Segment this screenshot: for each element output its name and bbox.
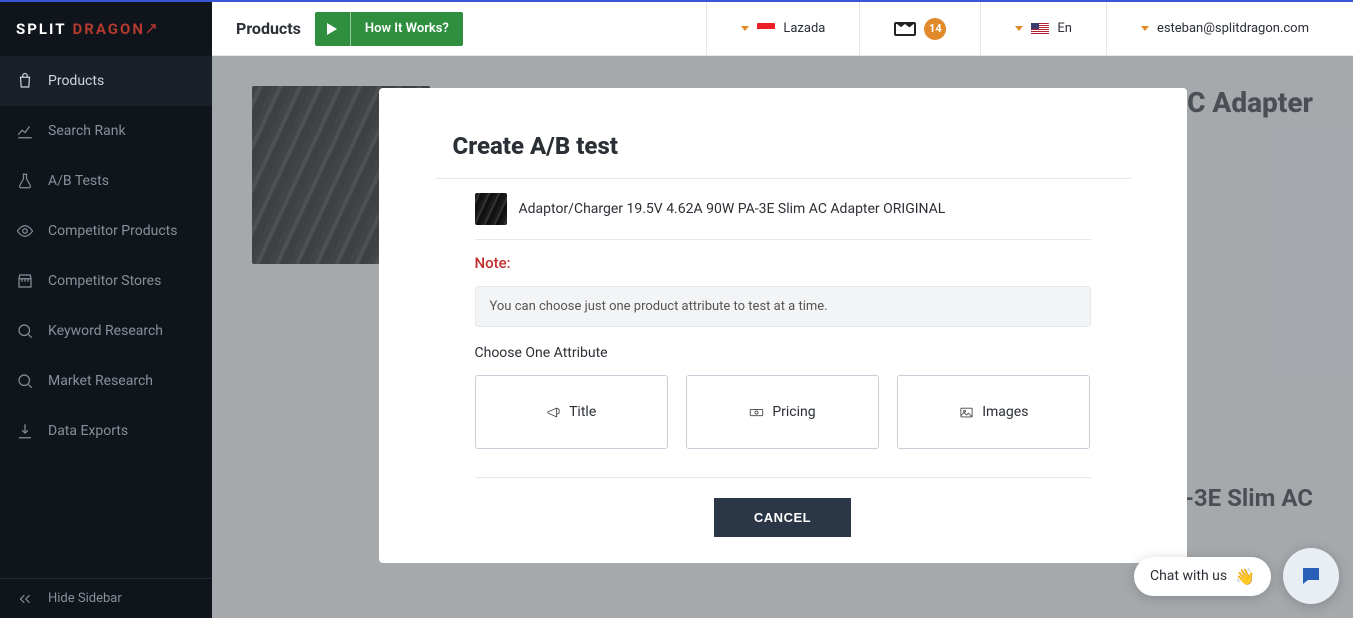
hide-sidebar-button[interactable]: Hide Sidebar	[0, 578, 212, 618]
product-thumbnail	[475, 193, 507, 225]
attribute-label: Title	[569, 404, 596, 420]
content-area: im AC Adapter A-3E Slim AC Create A/B te…	[212, 56, 1353, 618]
store-icon	[16, 272, 34, 290]
flag-us-icon	[1031, 23, 1049, 35]
search-icon	[16, 322, 34, 340]
search-alt-icon	[16, 372, 34, 390]
sidebar-nav: Products Search Rank A/B Tests Competito…	[0, 56, 212, 578]
sidebar-item-label: Data Exports	[48, 423, 128, 439]
image-icon	[959, 405, 974, 420]
caret-down-icon	[1141, 26, 1149, 31]
hide-sidebar-label: Hide Sidebar	[48, 591, 122, 606]
platform-switcher[interactable]: Lazada	[721, 2, 845, 56]
sidebar-item-label: Products	[48, 73, 104, 89]
logo[interactable]: SPLIT DRAGON	[0, 2, 212, 56]
chat-pill[interactable]: Chat with us 👋	[1134, 557, 1271, 596]
brand-arrow-icon	[146, 24, 156, 34]
attribute-label: Images	[982, 404, 1028, 420]
user-menu[interactable]: esteban@splitdragon.com	[1121, 2, 1329, 56]
sidebar-item-label: Competitor Products	[48, 223, 177, 239]
modal-product-name: Adaptor/Charger 19.5V 4.62A 90W PA-3E Sl…	[519, 201, 946, 217]
sidebar-item-ab-tests[interactable]: A/B Tests	[0, 156, 212, 206]
chat-widget: Chat with us 👋	[1134, 548, 1339, 604]
mail-icon	[894, 22, 916, 36]
page-title: Products	[236, 19, 301, 38]
sidebar-item-data-exports[interactable]: Data Exports	[0, 406, 212, 456]
main-region: Products How It Works? Lazada 14 En	[212, 2, 1353, 618]
megaphone-icon	[546, 405, 561, 420]
chat-label: Chat with us	[1150, 568, 1227, 584]
notifications-button[interactable]: 14	[874, 2, 966, 56]
sidebar-item-label: A/B Tests	[48, 173, 109, 189]
language-switcher[interactable]: En	[995, 2, 1092, 56]
platform-label: Lazada	[783, 21, 825, 36]
attribute-pricing-card[interactable]: Pricing	[686, 375, 879, 449]
cancel-button[interactable]: CANCEL	[714, 498, 851, 537]
how-it-works-button[interactable]: How It Works?	[315, 12, 463, 46]
notification-badge: 14	[924, 18, 946, 40]
attribute-label: Pricing	[772, 404, 815, 420]
modal-overlay[interactable]: Create A/B test Adaptor/Charger 19.5V 4.…	[212, 56, 1353, 618]
brand-part2: DRAGON	[73, 20, 145, 38]
attribute-images-card[interactable]: Images	[897, 375, 1090, 449]
sidebar-item-label: Search Rank	[48, 123, 126, 139]
user-email: esteban@splitdragon.com	[1157, 21, 1309, 36]
sidebar-item-products[interactable]: Products	[0, 56, 212, 106]
chart-line-icon	[16, 122, 34, 140]
wave-emoji-icon: 👋	[1235, 567, 1255, 586]
flask-icon	[16, 172, 34, 190]
language-label: En	[1057, 21, 1072, 36]
sidebar-item-label: Competitor Stores	[48, 273, 161, 289]
play-icon	[315, 12, 351, 46]
topbar: Products How It Works? Lazada 14 En	[212, 2, 1353, 56]
sidebar-item-label: Keyword Research	[48, 323, 163, 339]
chat-button[interactable]	[1283, 548, 1339, 604]
attribute-options: Title Pricing Images	[475, 375, 1091, 449]
brand-part1: SPLIT	[16, 20, 67, 38]
chevrons-left-icon	[16, 590, 34, 608]
sidebar-item-keyword-research[interactable]: Keyword Research	[0, 306, 212, 356]
create-ab-test-modal: Create A/B test Adaptor/Charger 19.5V 4.…	[379, 88, 1187, 563]
caret-down-icon	[741, 26, 749, 31]
eye-icon	[16, 222, 34, 240]
modal-title: Create A/B test	[435, 116, 1131, 178]
attribute-title-card[interactable]: Title	[475, 375, 668, 449]
caret-down-icon	[1015, 26, 1023, 31]
sidebar: SPLIT DRAGON Products Search Rank A/B Te…	[0, 2, 212, 618]
money-icon	[749, 405, 764, 420]
modal-product-row: Adaptor/Charger 19.5V 4.62A 90W PA-3E Sl…	[379, 179, 1187, 239]
sidebar-item-label: Market Research	[48, 373, 153, 389]
note-box: You can choose just one product attribut…	[475, 286, 1091, 327]
sidebar-item-market-research[interactable]: Market Research	[0, 356, 212, 406]
choose-attribute-label: Choose One Attribute	[475, 345, 1091, 361]
sidebar-item-competitor-products[interactable]: Competitor Products	[0, 206, 212, 256]
chat-bubble-icon	[1298, 564, 1324, 588]
download-icon	[16, 422, 34, 440]
sidebar-item-search-rank[interactable]: Search Rank	[0, 106, 212, 156]
how-it-works-label: How It Works?	[351, 21, 463, 36]
sidebar-item-competitor-stores[interactable]: Competitor Stores	[0, 256, 212, 306]
note-label: Note:	[475, 254, 1091, 272]
bag-icon	[16, 72, 34, 90]
flag-sg-icon	[757, 23, 775, 35]
